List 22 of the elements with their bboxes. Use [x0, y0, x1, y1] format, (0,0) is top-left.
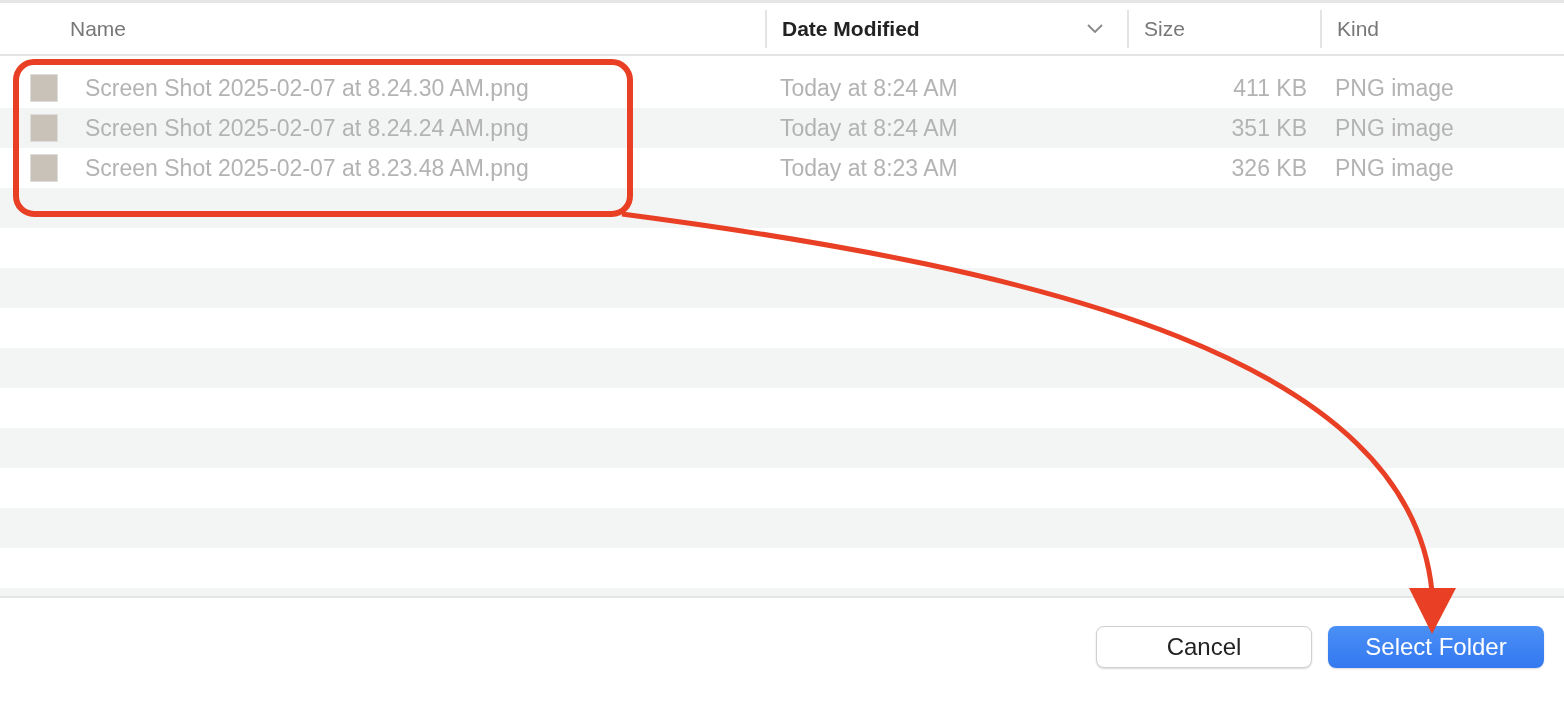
date-cell-text: Today at 8:24 AM	[779, 74, 959, 102]
column-header[interactable]: Name	[70, 16, 127, 41]
size-cell-text: 351 KB	[1230, 114, 1308, 142]
column-header[interactable]: Date Modified	[782, 16, 920, 41]
cancel-button[interactable]: Cancel	[1096, 626, 1312, 668]
image-thumbnail-icon	[30, 74, 58, 102]
kind-cell-text: PNG image	[1334, 154, 1455, 182]
file-name: Screen Shot 2025-02-07 at 8.24.30 AM.png	[84, 74, 529, 102]
image-thumbnail-icon	[30, 114, 58, 142]
date-cell-text: Today at 8:23 AM	[779, 154, 959, 182]
file-name: Screen Shot 2025-02-07 at 8.23.48 AM.png	[84, 154, 529, 182]
size-cell-text: 326 KB	[1230, 154, 1308, 182]
kind-cell-text: PNG image	[1334, 114, 1455, 142]
size-cell-text: 411 KB	[1232, 74, 1308, 102]
select-folder-button[interactable]: Select Folder	[1328, 626, 1544, 668]
image-thumbnail-icon	[30, 154, 58, 182]
kind-cell-text: PNG image	[1334, 74, 1455, 102]
file-name: Screen Shot 2025-02-07 at 8.24.24 AM.png	[84, 114, 529, 142]
column-header[interactable]: Size	[1144, 16, 1185, 41]
chevron-down-icon[interactable]	[1087, 23, 1103, 34]
date-cell-text: Today at 8:24 AM	[779, 114, 959, 142]
column-header[interactable]: Kind	[1337, 16, 1380, 41]
